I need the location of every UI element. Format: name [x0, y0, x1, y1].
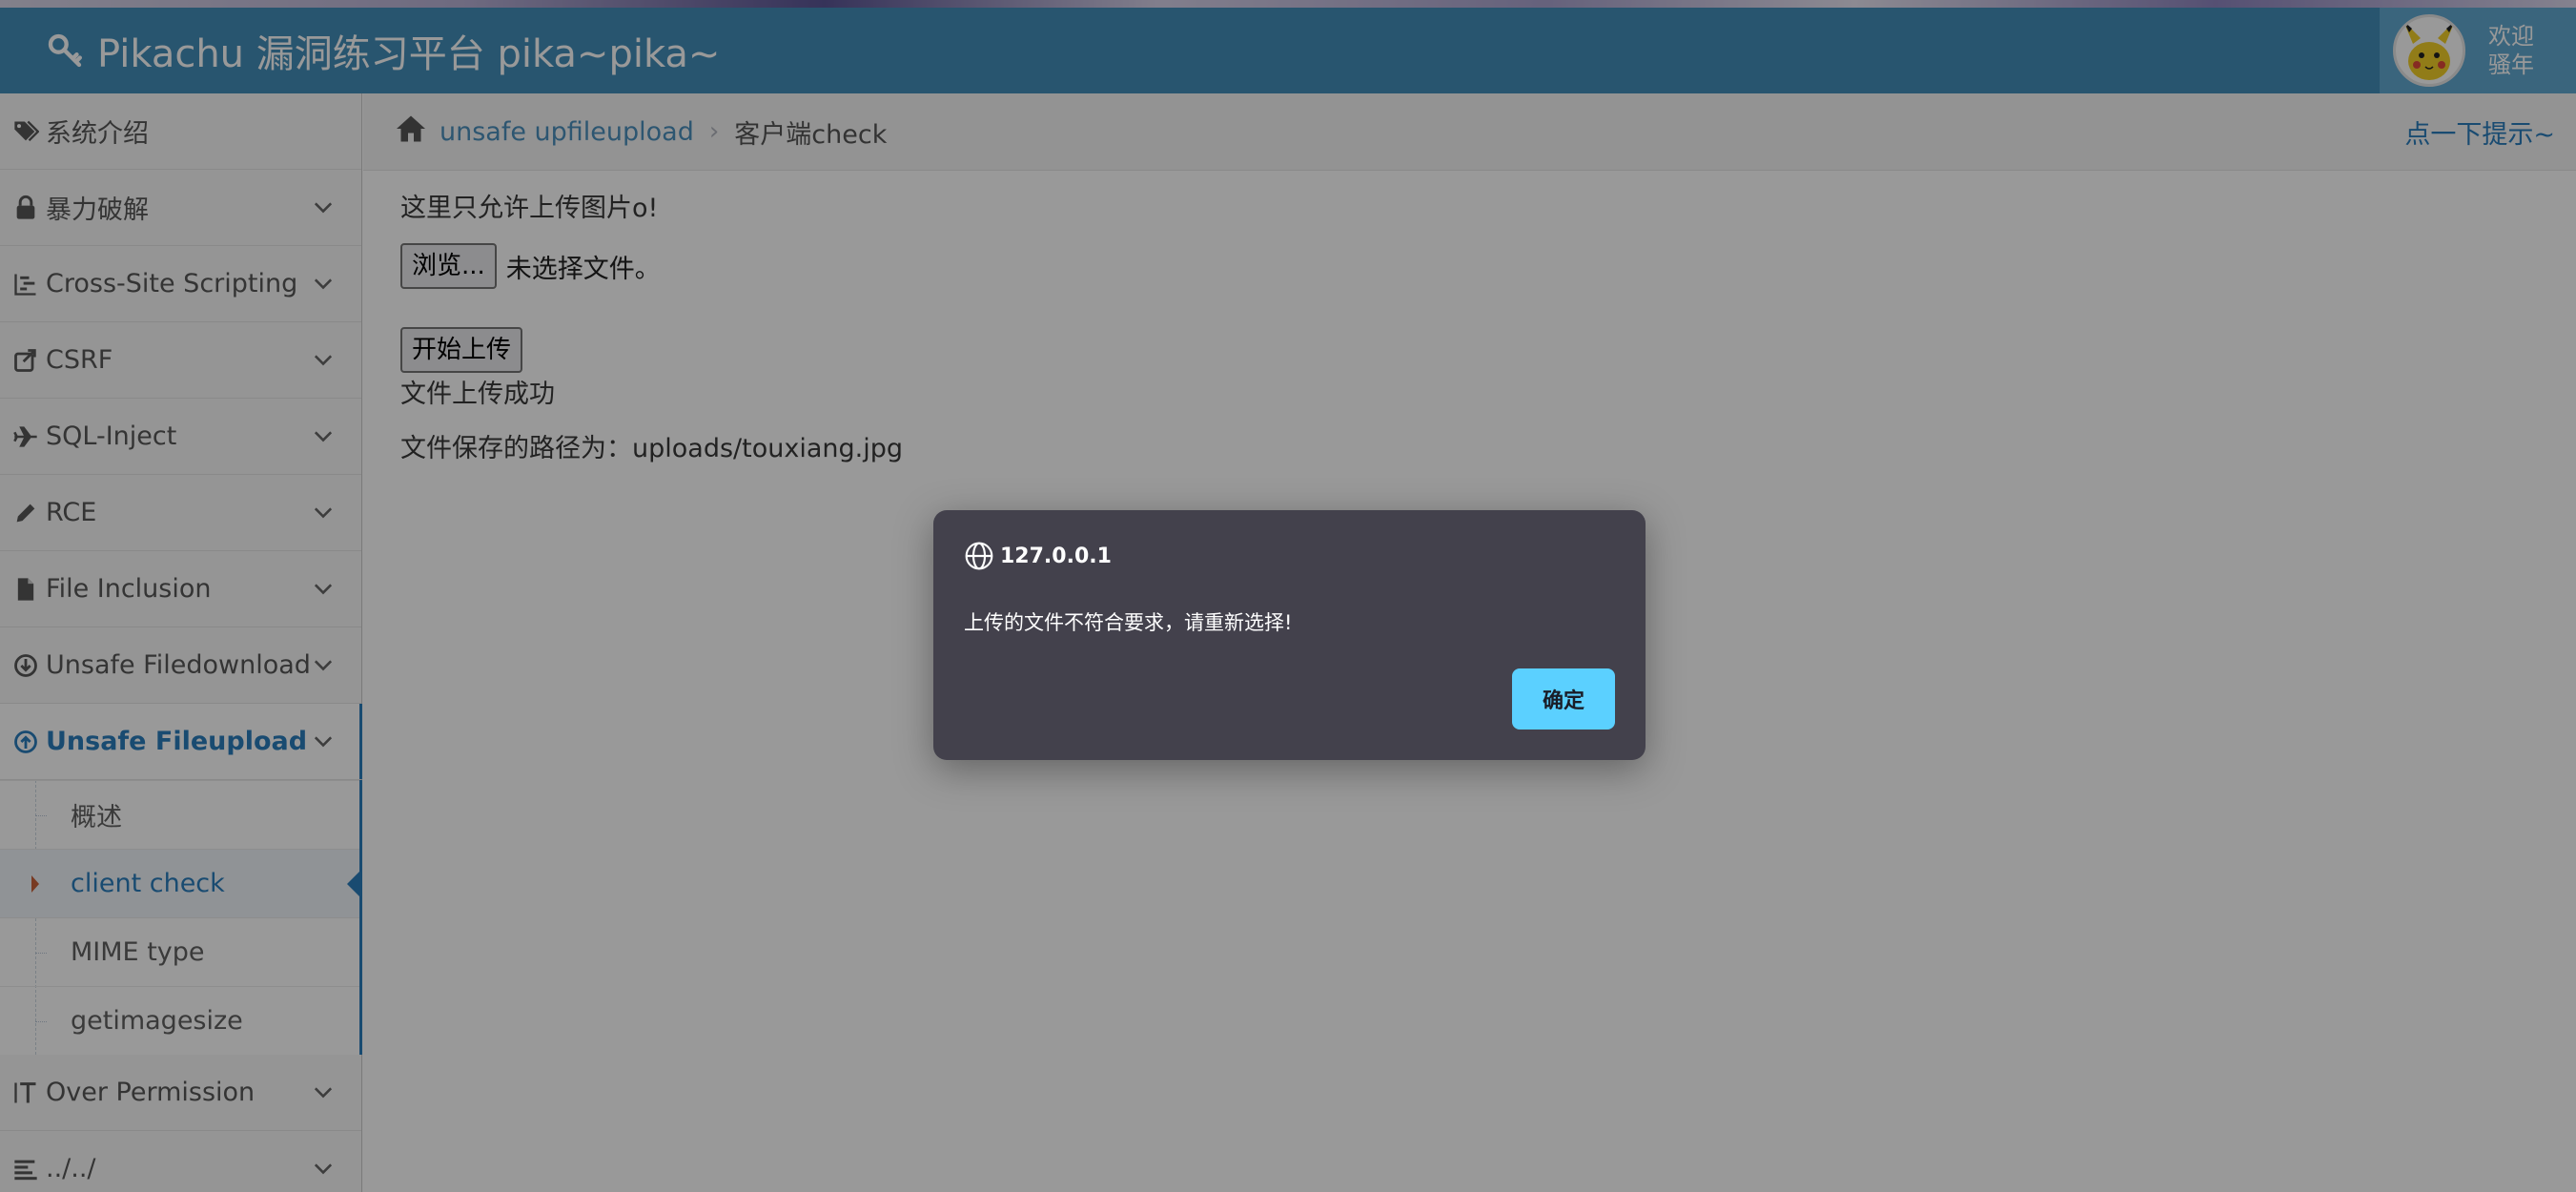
dialog-message: 上传的文件不符合要求，请重新选择!	[964, 611, 1293, 634]
dialog-ok-button[interactable]: 确定	[1512, 668, 1615, 730]
dialog-origin: 127.0.0.1	[964, 541, 1112, 571]
alert-dialog: 127.0.0.1 上传的文件不符合要求，请重新选择! 确定	[933, 510, 1646, 760]
dialog-origin-text: 127.0.0.1	[1000, 544, 1112, 568]
globe-icon	[965, 542, 993, 570]
